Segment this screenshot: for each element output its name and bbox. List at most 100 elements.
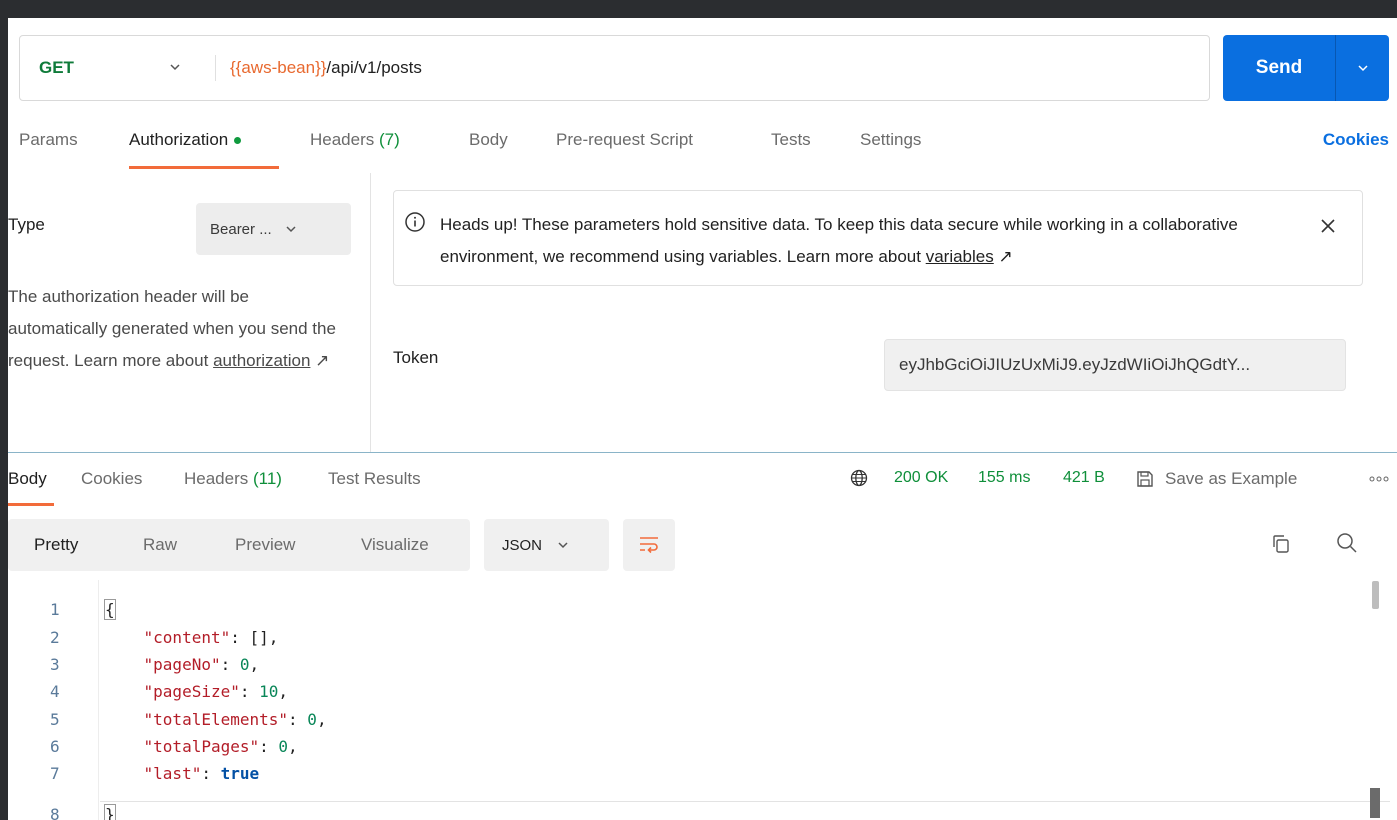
json-key: "pageNo" <box>143 655 221 674</box>
method-label: GET <box>39 58 74 77</box>
external-link-icon: ↗ <box>998 247 1013 266</box>
url-bar: GET {{aws-bean}}/api/v1/posts <box>19 35 1210 101</box>
json-key: "totalElements" <box>143 710 289 729</box>
line-number: 1 <box>50 600 60 619</box>
token-input[interactable]: eyJhbGciOiJIUzUxMiJ9.eyJzdWIiOiJhQGdtY..… <box>884 339 1346 391</box>
tab-label: Body <box>469 130 508 149</box>
code-line: "pageNo": 0, <box>143 655 260 674</box>
view-visualize[interactable]: Visualize <box>361 519 429 571</box>
external-link-icon: ↗ <box>315 351 330 370</box>
sensitive-data-notice: Heads up! These parameters hold sensitiv… <box>393 190 1363 286</box>
response-tab-headers[interactable]: Headers (11) <box>184 469 282 489</box>
code-line: "pageSize": 10, <box>143 682 289 701</box>
tab-label: Params <box>19 130 78 149</box>
search-icon[interactable] <box>1335 531 1359 555</box>
tab-count: (7) <box>379 130 400 149</box>
view-mode-selector: Pretty Raw Preview Visualize <box>8 519 470 571</box>
save-as-example-button[interactable]: Save as Example <box>1135 469 1297 489</box>
tab-label: Tests <box>771 130 811 149</box>
copy-icon[interactable] <box>1270 533 1292 555</box>
close-brace: } <box>104 804 116 820</box>
status-code[interactable]: 200 OK <box>894 469 948 487</box>
json-key: "content" <box>143 628 231 647</box>
chevron-down-icon <box>286 226 296 233</box>
response-tab-body[interactable]: Body <box>8 469 47 489</box>
scrollbar-thumb[interactable] <box>1372 581 1379 609</box>
json-value: 0 <box>307 710 317 729</box>
tab-authorization[interactable]: Authorization <box>129 130 242 150</box>
active-tab-underline <box>129 166 279 169</box>
chevron-down-icon <box>558 542 568 549</box>
gutter-divider <box>98 580 99 820</box>
tab-label: Pre-request Script <box>556 130 693 149</box>
postman-request-window: GET {{aws-bean}}/api/v1/posts Send Param… <box>8 18 1397 820</box>
url-path: /api/v1/posts <box>326 58 422 77</box>
tab-headers[interactable]: Headers (7) <box>310 130 400 150</box>
auth-description: The authorization header will be automat… <box>8 281 348 377</box>
save-icon <box>1137 471 1153 487</box>
response-body-editor[interactable]: 1 { 2 "content": [], 3 "pageNo": 0, 4 "p… <box>8 580 1397 820</box>
pane-divider[interactable] <box>8 452 1397 453</box>
divider <box>215 55 216 81</box>
text-cursor <box>1370 788 1380 818</box>
code-line: "last": true <box>143 764 260 783</box>
response-time[interactable]: 155 ms <box>978 469 1030 487</box>
tab-pre-request-script[interactable]: Pre-request Script <box>556 130 693 150</box>
info-icon <box>405 212 425 232</box>
chevron-down-icon <box>1357 65 1368 72</box>
format-value: JSON <box>502 536 543 554</box>
response-size[interactable]: 421 B <box>1063 469 1105 487</box>
url-variable: {{aws-bean}} <box>230 58 327 77</box>
globe-icon[interactable] <box>850 469 868 487</box>
tab-body[interactable]: Body <box>469 130 508 150</box>
notice-message: Heads up! These parameters hold sensitiv… <box>440 209 1290 273</box>
view-pretty[interactable]: Pretty <box>34 519 78 571</box>
json-key: "totalPages" <box>143 737 260 756</box>
active-tab-underline <box>8 503 54 506</box>
send-dropdown[interactable] <box>1336 61 1389 75</box>
authorization-link[interactable]: authorization <box>213 351 310 370</box>
format-select[interactable]: JSON <box>484 519 609 571</box>
line-number: 6 <box>50 737 60 756</box>
tab-label: Headers <box>310 130 375 149</box>
tab-settings[interactable]: Settings <box>860 130 921 150</box>
auth-type-select[interactable]: Bearer ... <box>196 203 351 255</box>
json-value: 0 <box>278 737 289 756</box>
tab-count: (11) <box>253 469 282 488</box>
tab-params[interactable]: Params <box>19 130 78 150</box>
wrap-lines-button[interactable] <box>623 519 675 571</box>
line-number: 2 <box>50 628 60 647</box>
tab-tests[interactable]: Tests <box>771 130 811 150</box>
line-number: 5 <box>50 710 60 729</box>
line-number: 8 <box>50 805 60 820</box>
chevron-down-icon <box>170 64 180 71</box>
line-number: 3 <box>50 655 60 674</box>
auth-type-value: Bearer ... <box>210 220 272 238</box>
tab-label: Test Results <box>328 469 421 488</box>
code-line: } <box>104 804 116 820</box>
more-icon[interactable] <box>1368 471 1390 487</box>
response-tab-cookies[interactable]: Cookies <box>81 469 142 489</box>
send-button[interactable]: Send <box>1223 57 1335 79</box>
current-line-highlight <box>100 801 1390 820</box>
auth-type-pane: Type Bearer ... The authorization header… <box>8 173 371 453</box>
tab-label: Cookies <box>81 469 143 488</box>
json-key: "last" <box>143 764 202 783</box>
active-dot <box>234 137 242 145</box>
cookies-link[interactable]: Cookies <box>1323 130 1389 150</box>
url-input[interactable]: {{aws-bean}}/api/v1/posts <box>230 58 422 78</box>
wrap-icon <box>640 537 658 554</box>
variables-link[interactable]: variables <box>926 247 994 266</box>
close-icon[interactable] <box>1319 217 1337 235</box>
json-key: "pageSize" <box>143 682 240 701</box>
method-select[interactable]: GET <box>20 36 215 100</box>
send-button-group: Send <box>1223 35 1389 101</box>
view-raw[interactable]: Raw <box>143 519 177 571</box>
json-value: [], <box>249 628 279 647</box>
json-value: 10 <box>259 682 279 701</box>
line-number: 4 <box>50 682 60 701</box>
token-value: eyJhbGciOiJIUzUxMiJ9.eyJzdWIiOiJhQGdtY..… <box>899 355 1251 374</box>
view-preview[interactable]: Preview <box>235 519 295 571</box>
response-tab-test-results[interactable]: Test Results <box>328 469 421 489</box>
tab-label: Body <box>8 469 47 488</box>
